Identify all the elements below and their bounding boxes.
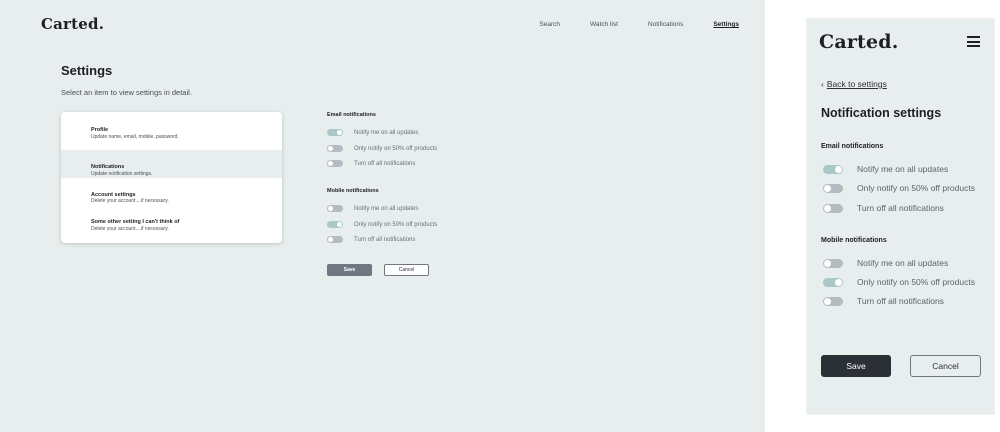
email-option-all-updates: Notify me on all updates <box>327 129 418 136</box>
mobile-option-all-updates: Notify me on all updates <box>327 205 418 212</box>
toggle-switch[interactable] <box>823 277 843 287</box>
toggle-switch[interactable] <box>327 221 343 228</box>
toggle-switch[interactable] <box>327 236 343 243</box>
hamburger-menu-icon[interactable] <box>967 36 980 47</box>
top-nav: Search Watch list Notifications Settings <box>509 21 739 28</box>
toggle-switch[interactable] <box>823 296 843 306</box>
mobile-notifications-heading: Mobile notifications <box>821 237 887 244</box>
mobile-view: Carted. ‹ Back to settings Notification s… <box>807 19 994 414</box>
email-option-turn-off: Turn off all notifications <box>327 160 415 167</box>
email-notifications-heading: Email notifications <box>327 112 376 118</box>
option-label: Only notify on 50% off products <box>857 183 975 193</box>
mobile-option-all-updates: Notify me on all updates <box>823 258 948 268</box>
settings-item-title: Notifications <box>91 164 125 170</box>
email-option-50-off: Only notify on 50% off products <box>823 183 975 193</box>
settings-item-profile[interactable]: Profile Update name, email, mobile, pass… <box>61 112 282 150</box>
settings-item-notifications[interactable]: Notifications Update notification settin… <box>61 150 282 178</box>
toggle-switch[interactable] <box>823 203 843 213</box>
mobile-notifications-heading: Mobile notifications <box>327 188 379 194</box>
option-label: Notify me on all updates <box>354 205 419 212</box>
option-label: Turn off all notifications <box>354 160 416 167</box>
page-title: Settings <box>61 63 113 78</box>
page-subtitle: Select an item to view settings in detai… <box>61 88 192 97</box>
nav-watch-list[interactable]: Watch list <box>590 21 618 28</box>
settings-item-account[interactable]: Account settings Delete your account....… <box>61 178 282 206</box>
page-title: Notification settings <box>821 106 942 120</box>
email-option-all-updates: Notify me on all updates <box>823 164 948 174</box>
settings-item-title: Some other setting I can't think of <box>91 219 180 225</box>
chevron-left-icon: ‹ <box>821 79 824 89</box>
toggle-switch[interactable] <box>823 183 843 193</box>
option-label: Only notify on 50% off products <box>354 221 438 228</box>
settings-item-desc: Delete your account....if necessary. <box>91 225 169 232</box>
option-label: Only notify on 50% off products <box>354 145 438 152</box>
mobile-option-turn-off: Turn off all notifications <box>327 236 415 243</box>
nav-notifications[interactable]: Notifications <box>648 21 683 28</box>
settings-list: Profile Update name, email, mobile, pass… <box>61 112 282 243</box>
toggle-switch[interactable] <box>327 160 343 167</box>
mobile-option-50-off: Only notify on 50% off products <box>823 277 975 287</box>
option-label: Turn off all notifications <box>857 203 944 213</box>
back-link-label: Back to settings <box>826 79 887 89</box>
logo[interactable]: Carted. <box>819 31 899 53</box>
logo[interactable]: Carted. <box>41 15 104 33</box>
toggle-switch[interactable] <box>823 164 843 174</box>
settings-item-desc: Update notification settings. <box>91 170 153 177</box>
toggle-switch[interactable] <box>327 205 343 212</box>
cancel-button[interactable]: Cancel <box>384 264 429 276</box>
save-button[interactable]: Save <box>327 264 372 276</box>
settings-item-desc: Update name, email, mobile, password. <box>91 133 179 140</box>
back-to-settings-link[interactable]: ‹ Back to settings <box>821 79 887 89</box>
option-label: Notify me on all updates <box>354 129 419 136</box>
option-label: Turn off all notifications <box>857 296 944 306</box>
email-option-turn-off: Turn off all notifications <box>823 203 944 213</box>
toggle-switch[interactable] <box>327 129 343 136</box>
settings-item-title: Profile <box>91 127 109 133</box>
toggle-switch[interactable] <box>327 145 343 152</box>
desktop-view: Carted. Search Watch list Notifications … <box>0 0 765 432</box>
option-label: Notify me on all updates <box>857 258 949 268</box>
option-label: Turn off all notifications <box>354 236 416 243</box>
settings-item-desc: Delete your account....if necessary. <box>91 198 169 205</box>
mobile-option-50-off: Only notify on 50% off products <box>327 221 437 228</box>
email-option-50-off: Only notify on 50% off products <box>327 145 437 152</box>
option-label: Notify me on all updates <box>857 164 949 174</box>
toggle-switch[interactable] <box>823 258 843 268</box>
nav-search[interactable]: Search <box>539 21 560 28</box>
cancel-button[interactable]: Cancel <box>910 355 981 377</box>
nav-settings[interactable]: Settings <box>713 21 739 28</box>
mobile-option-turn-off: Turn off all notifications <box>823 296 944 306</box>
email-notifications-heading: Email notifications <box>821 143 884 150</box>
option-label: Only notify on 50% off products <box>857 277 975 287</box>
settings-item-title: Account settings <box>91 191 136 198</box>
save-button[interactable]: Save <box>821 355 891 377</box>
settings-item-other[interactable]: Some other setting I can't think of Dele… <box>61 205 282 233</box>
